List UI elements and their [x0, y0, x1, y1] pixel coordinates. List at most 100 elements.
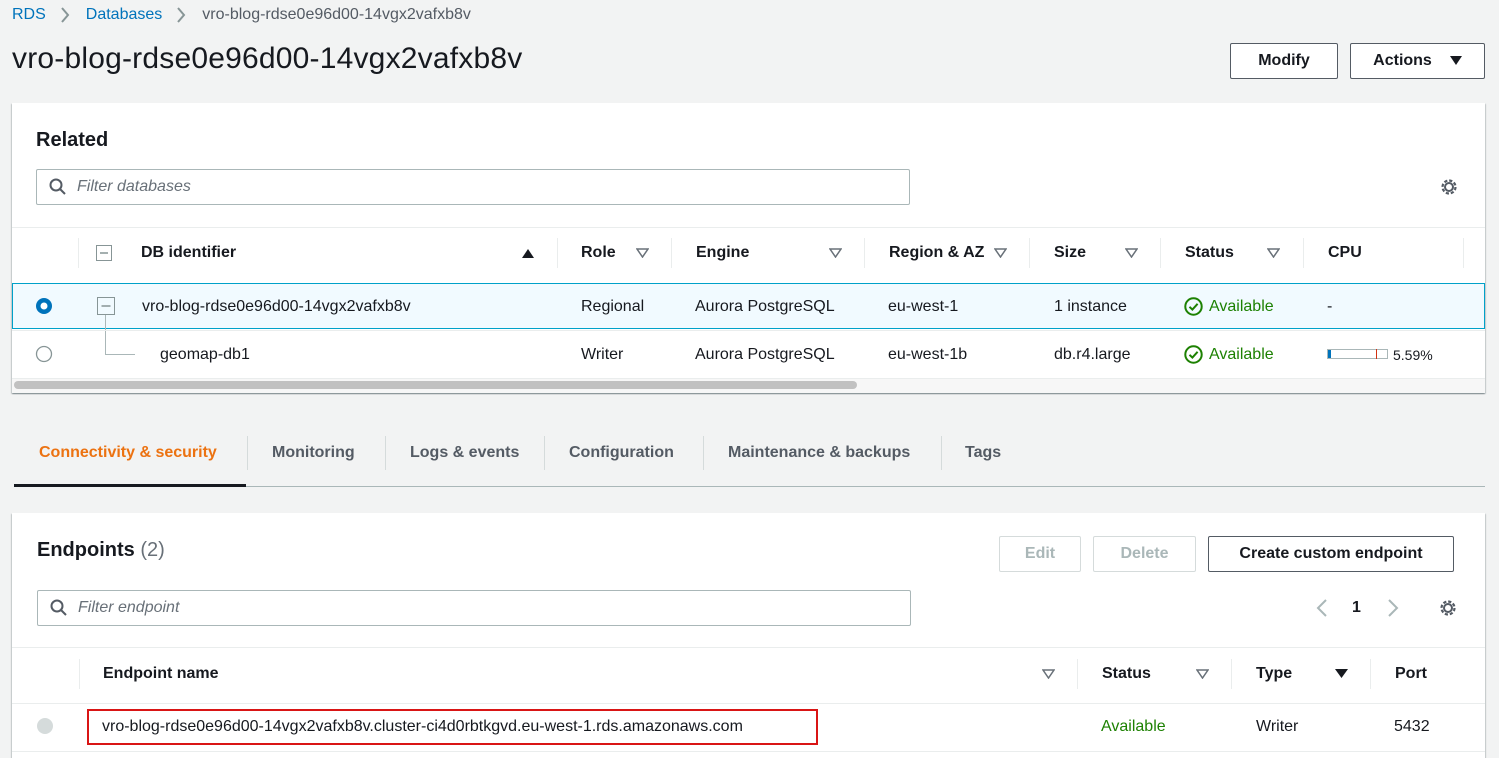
engine-cell: Aurora PostgreSQL [695, 298, 835, 315]
row-divider [12, 751, 1485, 752]
sort-caret-down-icon[interactable] [829, 248, 842, 258]
horizontal-scrollbar-thumb[interactable] [14, 381, 857, 389]
cpu-bar-threshold [1376, 349, 1377, 359]
tab-configuration[interactable]: Configuration [569, 444, 674, 462]
sort-caret-down-icon[interactable] [994, 248, 1007, 258]
tab-separator [941, 436, 942, 470]
status-badge: Available [1184, 345, 1274, 364]
filter-endpoint-input[interactable]: Filter endpoint [37, 590, 911, 626]
column-header-type[interactable]: Type [1256, 665, 1292, 683]
cpu-bar-fill [1328, 350, 1332, 358]
detail-tabs: Connectivity & security Monitoring Logs … [14, 434, 1485, 488]
column-separator [1029, 238, 1030, 268]
page-title: vro-blog-rdse0e96d00-14vgx2vafxb8v [12, 42, 523, 75]
column-header-endpoint-name[interactable]: Endpoint name [103, 665, 219, 683]
row-radio[interactable] [35, 345, 53, 363]
cpu-value: 5.59% [1393, 347, 1433, 363]
column-separator [1463, 238, 1464, 268]
tab-monitoring[interactable]: Monitoring [272, 444, 355, 462]
column-header-cpu[interactable]: CPU [1328, 244, 1362, 262]
cpu-cell: - [1327, 298, 1333, 315]
column-header-status[interactable]: Status [1185, 244, 1234, 262]
gear-icon[interactable] [1439, 177, 1459, 197]
tree-connector [105, 315, 135, 355]
column-separator [1231, 659, 1232, 689]
column-header-port[interactable]: Port [1395, 665, 1427, 683]
row-radio-disabled[interactable] [36, 717, 54, 735]
column-separator [1160, 238, 1161, 268]
sort-caret-down-icon[interactable] [1125, 248, 1138, 258]
delete-button[interactable]: Delete [1093, 536, 1196, 572]
column-separator [78, 238, 79, 268]
active-tab-indicator [14, 484, 246, 487]
sort-caret-down-icon[interactable] [636, 248, 649, 258]
actions-label: Actions [1373, 52, 1432, 69]
column-separator [1370, 659, 1371, 689]
endpoint-port-cell: 5432 [1394, 718, 1430, 735]
table-header-top-border [12, 647, 1485, 648]
pagination-current-page[interactable]: 1 [1352, 599, 1361, 617]
column-header-status[interactable]: Status [1102, 665, 1151, 683]
chevron-right-icon [60, 7, 70, 23]
search-icon [50, 599, 67, 616]
column-header-size[interactable]: Size [1054, 244, 1086, 262]
tab-maintenance-backups[interactable]: Maintenance & backups [728, 444, 910, 462]
column-header-db-identifier[interactable]: DB identifier [141, 244, 236, 262]
tab-separator [247, 436, 248, 470]
column-separator [557, 238, 558, 268]
caret-down-icon [1449, 56, 1462, 65]
collapse-icon[interactable] [97, 297, 115, 315]
status-badge: Available [1184, 297, 1274, 316]
region-cell: eu-west-1 [888, 298, 959, 315]
chevron-right-icon[interactable] [1386, 598, 1400, 618]
row-divider [12, 330, 1485, 331]
endpoints-count: (2) [140, 539, 165, 561]
actions-button[interactable]: Actions [1350, 43, 1485, 79]
chevron-left-icon[interactable] [1315, 598, 1329, 618]
status-text: Available [1209, 345, 1274, 363]
sort-caret-down-icon[interactable] [1267, 248, 1280, 258]
tab-separator [703, 436, 704, 470]
tab-tags[interactable]: Tags [965, 444, 1001, 462]
region-cell: eu-west-1b [888, 346, 968, 363]
related-title: Related [36, 129, 109, 151]
column-header-region-az[interactable]: Region & AZ [889, 244, 984, 262]
endpoint-name-cell: vro-blog-rdse0e96d00-14vgx2vafxb8v.clust… [102, 718, 743, 735]
size-cell: db.r4.large [1054, 346, 1131, 363]
breadcrumb-databases-link[interactable]: Databases [86, 6, 163, 24]
db-identifier-link[interactable]: geomap-db1 [160, 346, 250, 364]
sort-ascending-icon[interactable] [522, 248, 534, 258]
sort-caret-down-icon[interactable] [1196, 669, 1209, 679]
role-cell: Regional [581, 298, 645, 315]
column-separator [864, 238, 865, 268]
column-separator [1303, 238, 1304, 268]
tab-separator [385, 436, 386, 470]
filter-endpoint-placeholder: Filter endpoint [78, 599, 180, 616]
row-radio-selected[interactable] [35, 297, 53, 315]
breadcrumb-rds-link[interactable]: RDS [12, 6, 46, 24]
table-header-top-border [12, 227, 1485, 228]
engine-cell: Aurora PostgreSQL [695, 346, 835, 363]
chevron-right-icon [176, 7, 186, 23]
column-separator [671, 238, 672, 268]
cpu-bar [1327, 349, 1388, 359]
column-header-role[interactable]: Role [581, 244, 616, 262]
modify-button[interactable]: Modify [1230, 43, 1338, 79]
endpoints-title: Endpoints (2) [37, 539, 165, 562]
filter-databases-input[interactable]: Filter databases [36, 169, 910, 205]
column-separator [79, 659, 80, 689]
edit-button[interactable]: Edit [999, 536, 1081, 572]
db-identifier-link[interactable]: vro-blog-rdse0e96d00-14vgx2vafxb8v [142, 298, 411, 316]
endpoint-type-cell: Writer [1256, 718, 1299, 735]
sort-descending-icon[interactable] [1335, 669, 1348, 679]
tab-logs-events[interactable]: Logs & events [410, 444, 519, 462]
breadcrumb-current: vro-blog-rdse0e96d00-14vgx2vafxb8v [202, 6, 471, 23]
create-custom-endpoint-button[interactable]: Create custom endpoint [1208, 536, 1454, 572]
collapse-all-icon[interactable] [96, 245, 112, 261]
gear-icon[interactable] [1438, 598, 1458, 618]
column-header-engine[interactable]: Engine [696, 244, 749, 262]
tab-connectivity-security[interactable]: Connectivity & security [39, 444, 217, 462]
tab-separator [544, 436, 545, 470]
search-icon [49, 178, 66, 195]
sort-caret-down-icon[interactable] [1042, 669, 1055, 679]
